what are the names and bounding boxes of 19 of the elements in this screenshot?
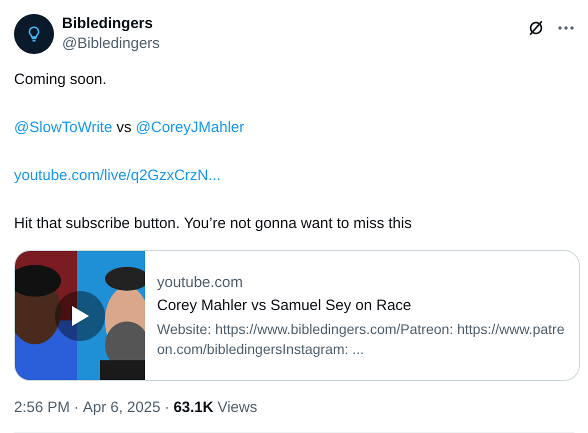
separator: ·: [74, 398, 79, 418]
play-button[interactable]: [55, 291, 105, 341]
card-domain: youtube.com: [157, 272, 244, 292]
post-text: Hit that subscribe button. You’re not gonna want to miss this: [14, 214, 413, 234]
views-label: Views: [217, 398, 258, 418]
post-text: Coming soon.: [14, 70, 108, 90]
author-name[interactable]: Bibledingers: [62, 14, 160, 34]
post-date[interactable]: Apr 6, 2025: [82, 397, 160, 420]
avatar[interactable]: [14, 14, 54, 54]
post-time[interactable]: 2:56 PM: [14, 397, 70, 420]
separator: ·: [164, 398, 170, 418]
post-text: @SlowToWrite vs @CoreyJMahler: [14, 118, 246, 138]
card-description: Website: https://www.bibledingers.com/Patreon: https://www.patreon.com/bibledingersInstagram: ...: [157, 320, 566, 358]
author-handle[interactable]: @Bibledingers: [62, 34, 160, 54]
link-card[interactable]: youtube.com Corey Mahler vs Samuel Sey on Race Website: https://www.bibledingers.com/Patreon: https://www.patreon.com/bibledingersInstagram: ...: [14, 250, 580, 381]
card-title: Corey Mahler vs Samuel Sey on Race: [157, 296, 412, 316]
play-icon: [70, 305, 90, 327]
views-count: 63.1K: [173, 398, 214, 418]
more-icon[interactable]: [558, 26, 574, 30]
